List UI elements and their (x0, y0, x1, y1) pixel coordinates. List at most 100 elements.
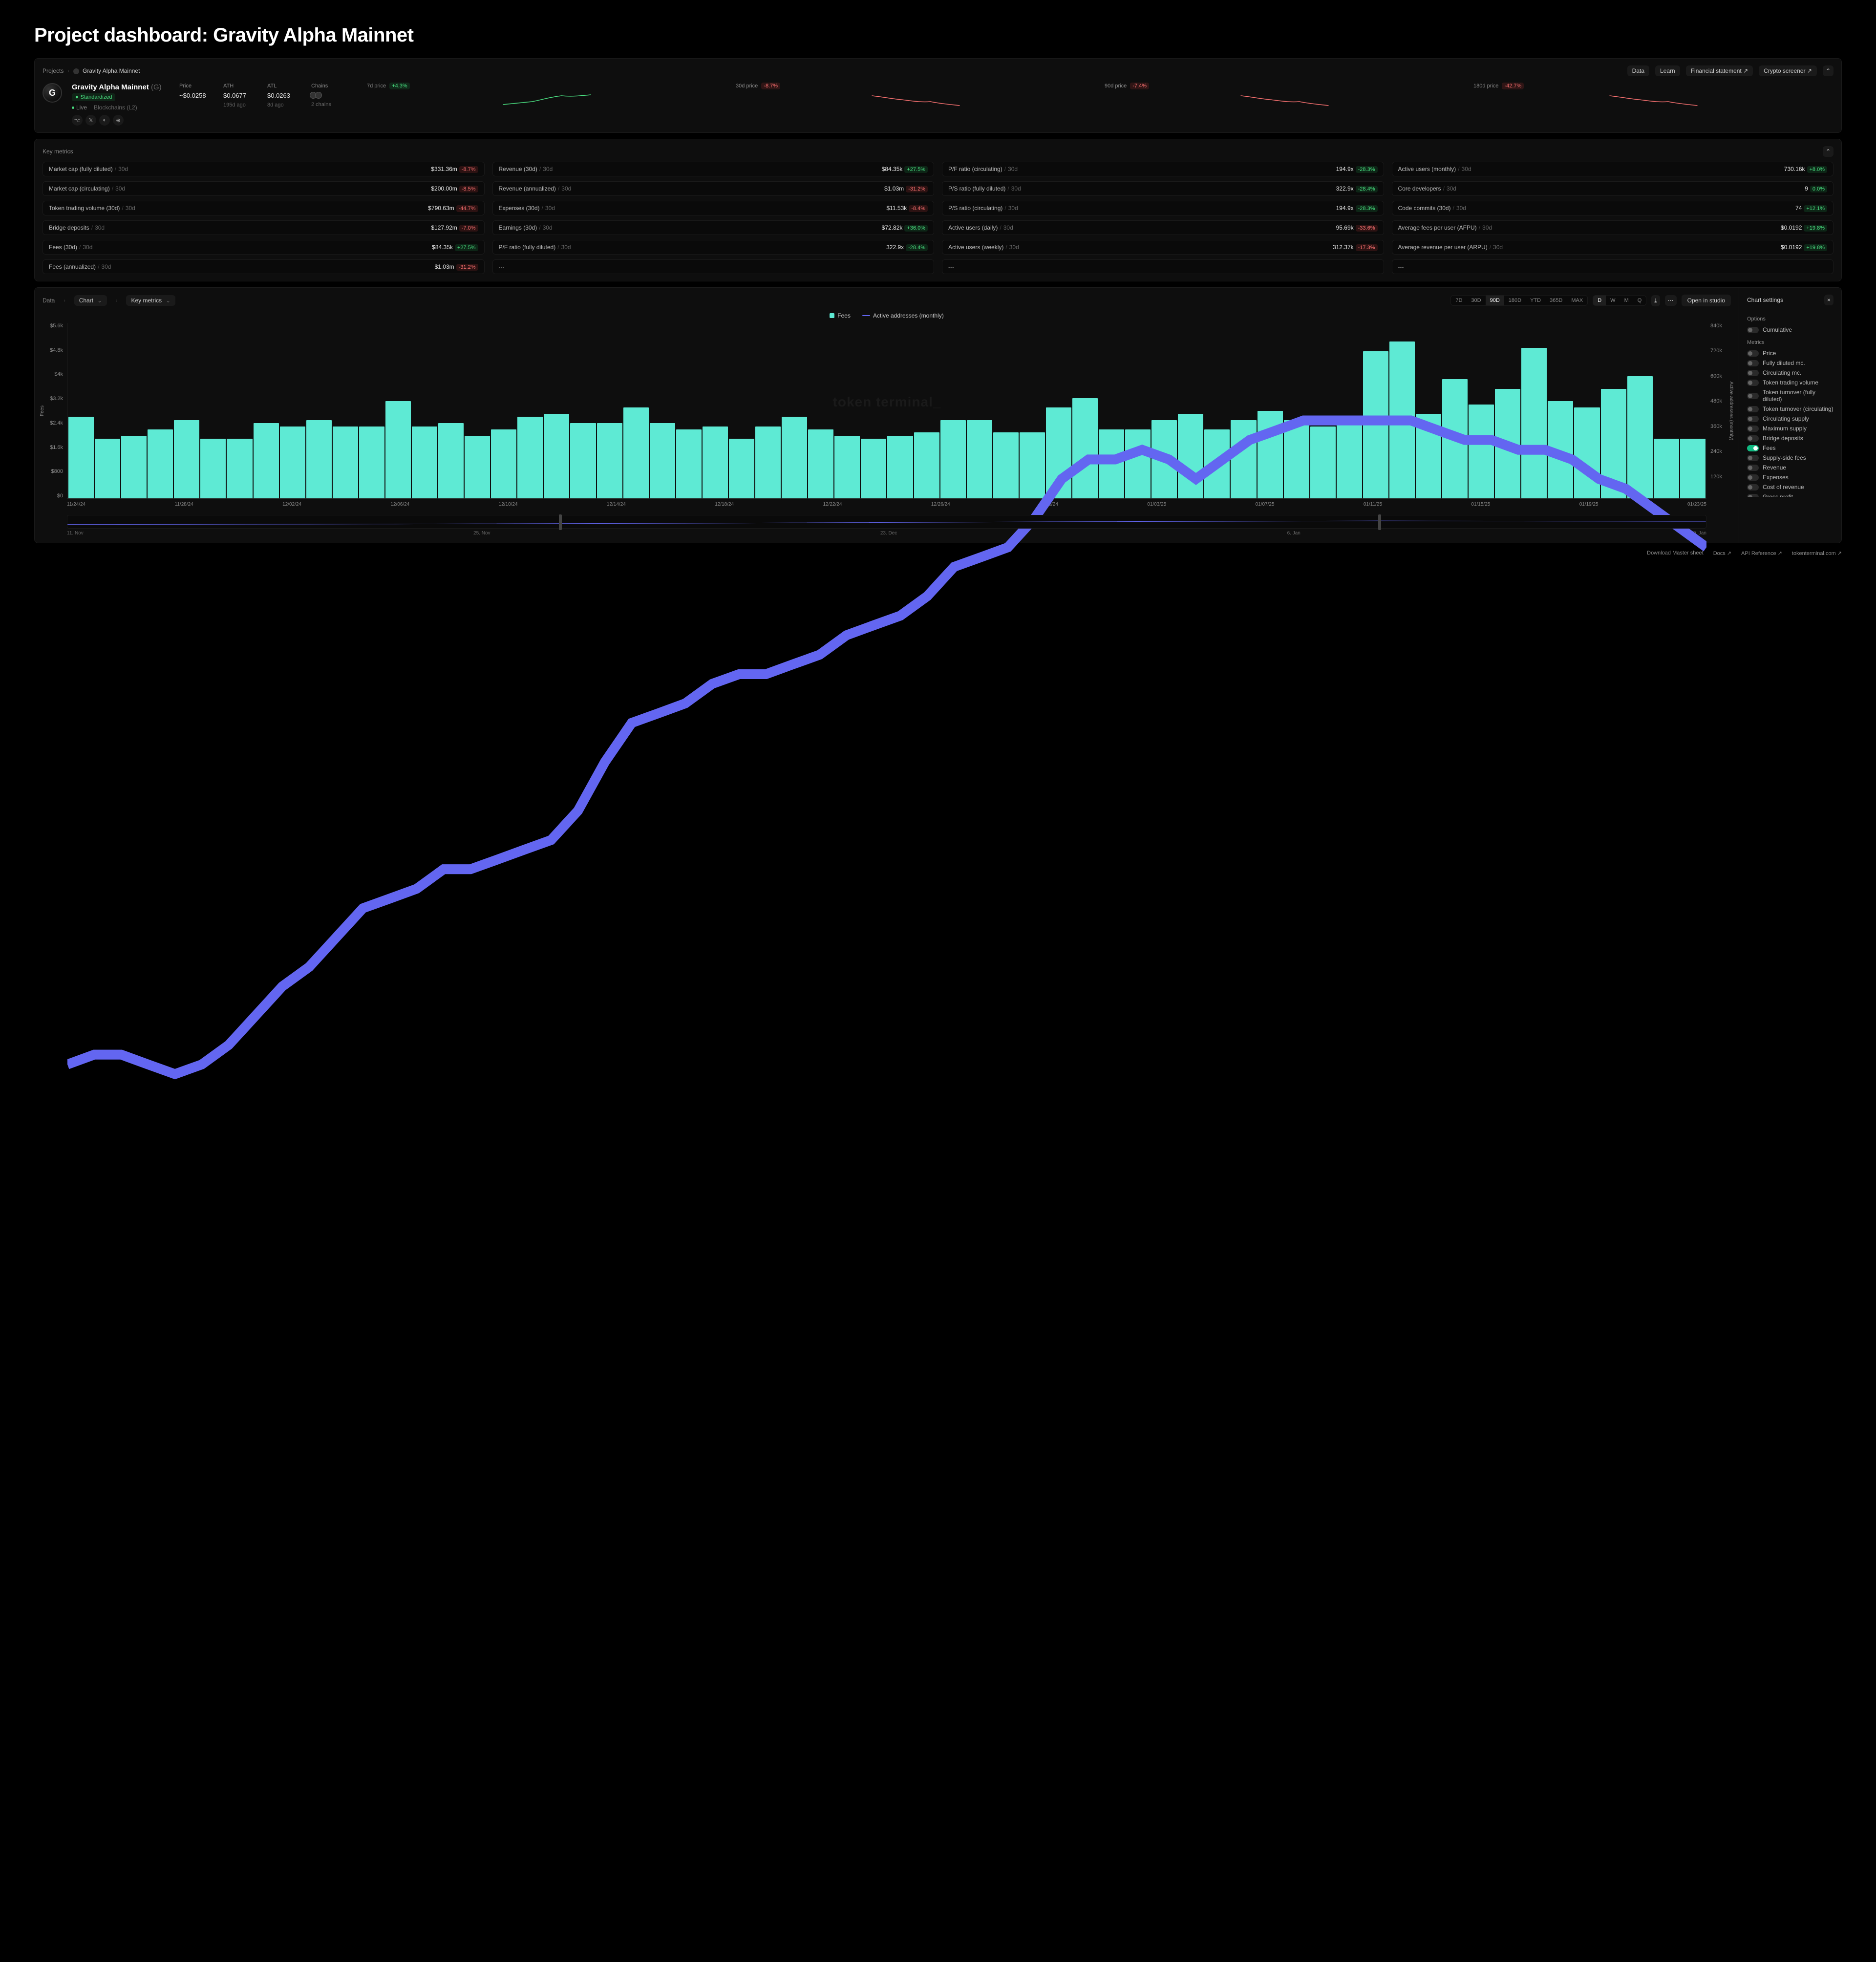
seg-180D[interactable]: 180D (1504, 296, 1526, 305)
range-selector[interactable]: 7D30D90D180DYTD365DMAX (1450, 295, 1588, 306)
metric-row[interactable]: Fees (annualized)/30d$1.03m-31.2% (43, 259, 485, 274)
sparkline-90d-price[interactable]: 90d price -7.4% (1105, 83, 1465, 111)
bar[interactable] (412, 427, 437, 498)
bar[interactable] (650, 423, 675, 498)
bar[interactable] (887, 436, 913, 498)
website-icon[interactable]: ⊕ (113, 115, 124, 126)
seg-YTD[interactable]: YTD (1526, 296, 1545, 305)
toggle-circulating-mc-[interactable]: Circulating mc. (1747, 368, 1833, 378)
metric-row[interactable]: Token trading volume (30d)/30d$790.63m-4… (43, 201, 485, 215)
chart-breadcrumb-data[interactable]: Data (43, 297, 55, 304)
bar[interactable] (1363, 351, 1388, 498)
bar[interactable] (517, 417, 543, 498)
toggle-revenue[interactable]: Revenue (1747, 463, 1833, 472)
x-icon[interactable]: 𝕏 (85, 115, 96, 126)
bar[interactable] (1178, 414, 1203, 498)
toggle-token-trading-volume[interactable]: Token trading volume (1747, 378, 1833, 387)
bar[interactable] (254, 423, 279, 498)
bar[interactable] (95, 439, 120, 498)
brush-handle-right[interactable] (1378, 514, 1381, 530)
metric-row[interactable]: Market cap (circulating)/30d$200.00m-8.5… (43, 181, 485, 196)
toggle-gross-profit[interactable]: Gross profit (1747, 492, 1833, 497)
toggle-circulating-supply[interactable]: Circulating supply (1747, 414, 1833, 424)
bar[interactable] (1072, 398, 1098, 498)
bar[interactable] (148, 429, 173, 498)
bar[interactable] (333, 427, 358, 498)
financial-statement-link[interactable]: Financial statement ↗ (1686, 65, 1753, 76)
bar[interactable] (68, 417, 94, 498)
toggle-cumulative[interactable]: Cumulative (1747, 325, 1833, 335)
metric-row[interactable]: Active users (monthly)/30d730.16k+8.0% (1392, 162, 1834, 176)
brush-handle-left[interactable] (559, 514, 562, 530)
toggle-cost-of-revenue[interactable]: Cost of revenue (1747, 482, 1833, 492)
seg-7D[interactable]: 7D (1451, 296, 1467, 305)
bar[interactable] (1151, 420, 1177, 498)
seg-W[interactable]: W (1606, 296, 1620, 305)
chart-area[interactable]: Fees $5.6k$4.8k$4k$3.2k$2.4k$1.6k$800$0 … (43, 323, 1731, 499)
sparkline-7d-price[interactable]: 7d price +4.3% (367, 83, 727, 111)
metric-row[interactable]: Revenue (annualized)/30d$1.03m-31.2% (492, 181, 935, 196)
metric-row[interactable]: --- (1392, 259, 1834, 274)
bar[interactable] (438, 423, 464, 498)
metric-row[interactable]: P/S ratio (fully diluted)/30d322.9x-28.4… (942, 181, 1384, 196)
bar[interactable] (1258, 411, 1283, 499)
bar[interactable] (703, 427, 728, 498)
site-link[interactable]: tokenterminal.com ↗ (1792, 550, 1842, 556)
bar[interactable] (121, 436, 147, 498)
bar[interactable] (940, 420, 966, 498)
toggle-fees[interactable]: Fees (1747, 443, 1833, 453)
metric-row[interactable]: Active users (daily)/30d95.69k-33.6% (942, 220, 1384, 235)
metric-row[interactable]: Earnings (30d)/30d$72.82k+36.0% (492, 220, 935, 235)
bar[interactable] (755, 427, 781, 498)
granularity-selector[interactable]: DWMQ (1593, 295, 1646, 306)
collapse-icon[interactable]: ⌃ (1823, 65, 1833, 76)
seg-M[interactable]: M (1620, 296, 1633, 305)
api-reference-link[interactable]: API Reference ↗ (1741, 550, 1782, 556)
chart-type-dropdown[interactable]: Chart ⌄ (74, 295, 107, 306)
bar[interactable] (861, 439, 886, 498)
bar[interactable] (914, 432, 939, 498)
metric-row[interactable]: --- (942, 259, 1384, 274)
toggle-bridge-deposits[interactable]: Bridge deposits (1747, 433, 1833, 443)
docs-link[interactable]: Docs ↗ (1713, 550, 1731, 556)
seg-MAX[interactable]: MAX (1567, 296, 1587, 305)
bar[interactable] (200, 439, 226, 498)
bar[interactable] (174, 420, 199, 498)
bar[interactable] (280, 427, 305, 498)
bar[interactable] (623, 407, 649, 498)
bar[interactable] (1521, 348, 1547, 498)
open-in-studio-button[interactable]: Open in studio (1682, 295, 1731, 306)
bar[interactable] (385, 401, 411, 498)
bar[interactable] (1601, 389, 1626, 498)
seg-90D[interactable]: 90D (1486, 296, 1504, 305)
bar[interactable] (491, 429, 516, 498)
seg-Q[interactable]: Q (1633, 296, 1646, 305)
bar[interactable] (1495, 389, 1520, 498)
bar[interactable] (306, 420, 332, 498)
more-icon[interactable]: ⋯ (1665, 295, 1677, 306)
bar[interactable] (1337, 417, 1362, 498)
metric-row[interactable]: Average fees per user (AFPU)/30d$0.0192+… (1392, 220, 1834, 235)
bar[interactable] (808, 429, 833, 498)
crypto-screener-link[interactable]: Crypto screener ↗ (1759, 65, 1817, 76)
data-tab[interactable]: Data (1627, 65, 1649, 76)
metric-row[interactable]: Average revenue per user (ARPU)/30d$0.01… (1392, 240, 1834, 255)
bar[interactable] (544, 414, 569, 498)
bar[interactable] (1020, 432, 1045, 498)
bar[interactable] (597, 423, 622, 498)
bar[interactable] (1469, 405, 1494, 498)
github-icon[interactable]: ⌥ (72, 115, 83, 126)
download-master-link[interactable]: Download Master sheet (1647, 550, 1704, 556)
bar[interactable] (834, 436, 860, 498)
bar[interactable] (359, 427, 384, 498)
bar[interactable] (1099, 429, 1124, 498)
download-icon[interactable]: ⤓ (1651, 295, 1660, 306)
metric-row[interactable]: P/F ratio (circulating)/30d194.9x-28.3% (942, 162, 1384, 176)
bar[interactable] (1046, 407, 1071, 498)
chart-metric-dropdown[interactable]: Key metrics ⌄ (126, 295, 175, 306)
close-settings-icon[interactable]: × (1824, 295, 1833, 305)
bar[interactable] (1548, 401, 1573, 498)
bar[interactable] (465, 436, 490, 498)
bar[interactable] (570, 423, 596, 498)
bar[interactable] (1680, 439, 1705, 498)
